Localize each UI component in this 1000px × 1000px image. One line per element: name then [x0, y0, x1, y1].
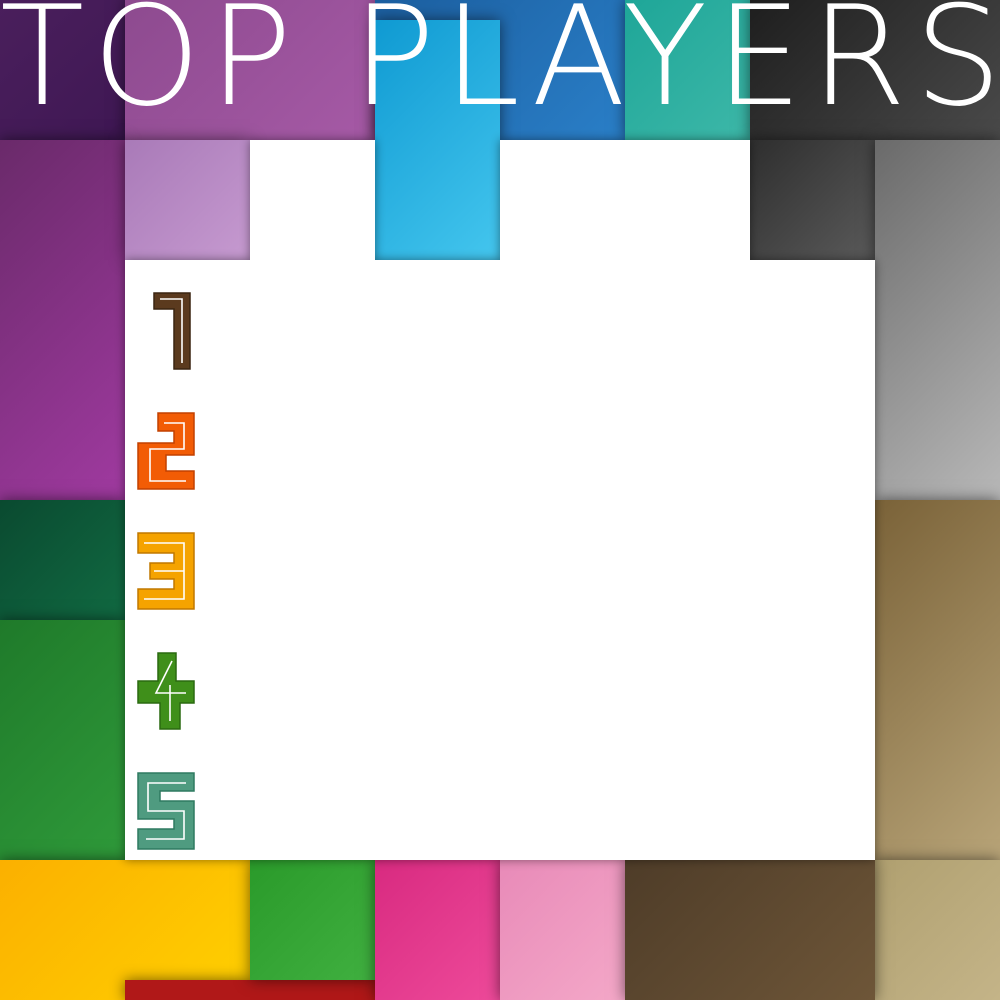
page-title: TOP PLAYERS — [0, 0, 1000, 137]
player-row-2 — [215, 405, 855, 495]
rank-4-badge: 4 — [130, 645, 200, 735]
rank-2-badge: 2 — [130, 405, 200, 495]
player-row-3 — [215, 525, 855, 615]
player-row-1 — [215, 285, 855, 375]
rank-5-badge: 5 — [130, 765, 200, 855]
player-row-4 — [215, 645, 855, 735]
player-row-5 — [215, 765, 855, 855]
rank-1-badge: 1 — [140, 285, 210, 375]
rank-3-badge: 3 — [130, 525, 200, 615]
